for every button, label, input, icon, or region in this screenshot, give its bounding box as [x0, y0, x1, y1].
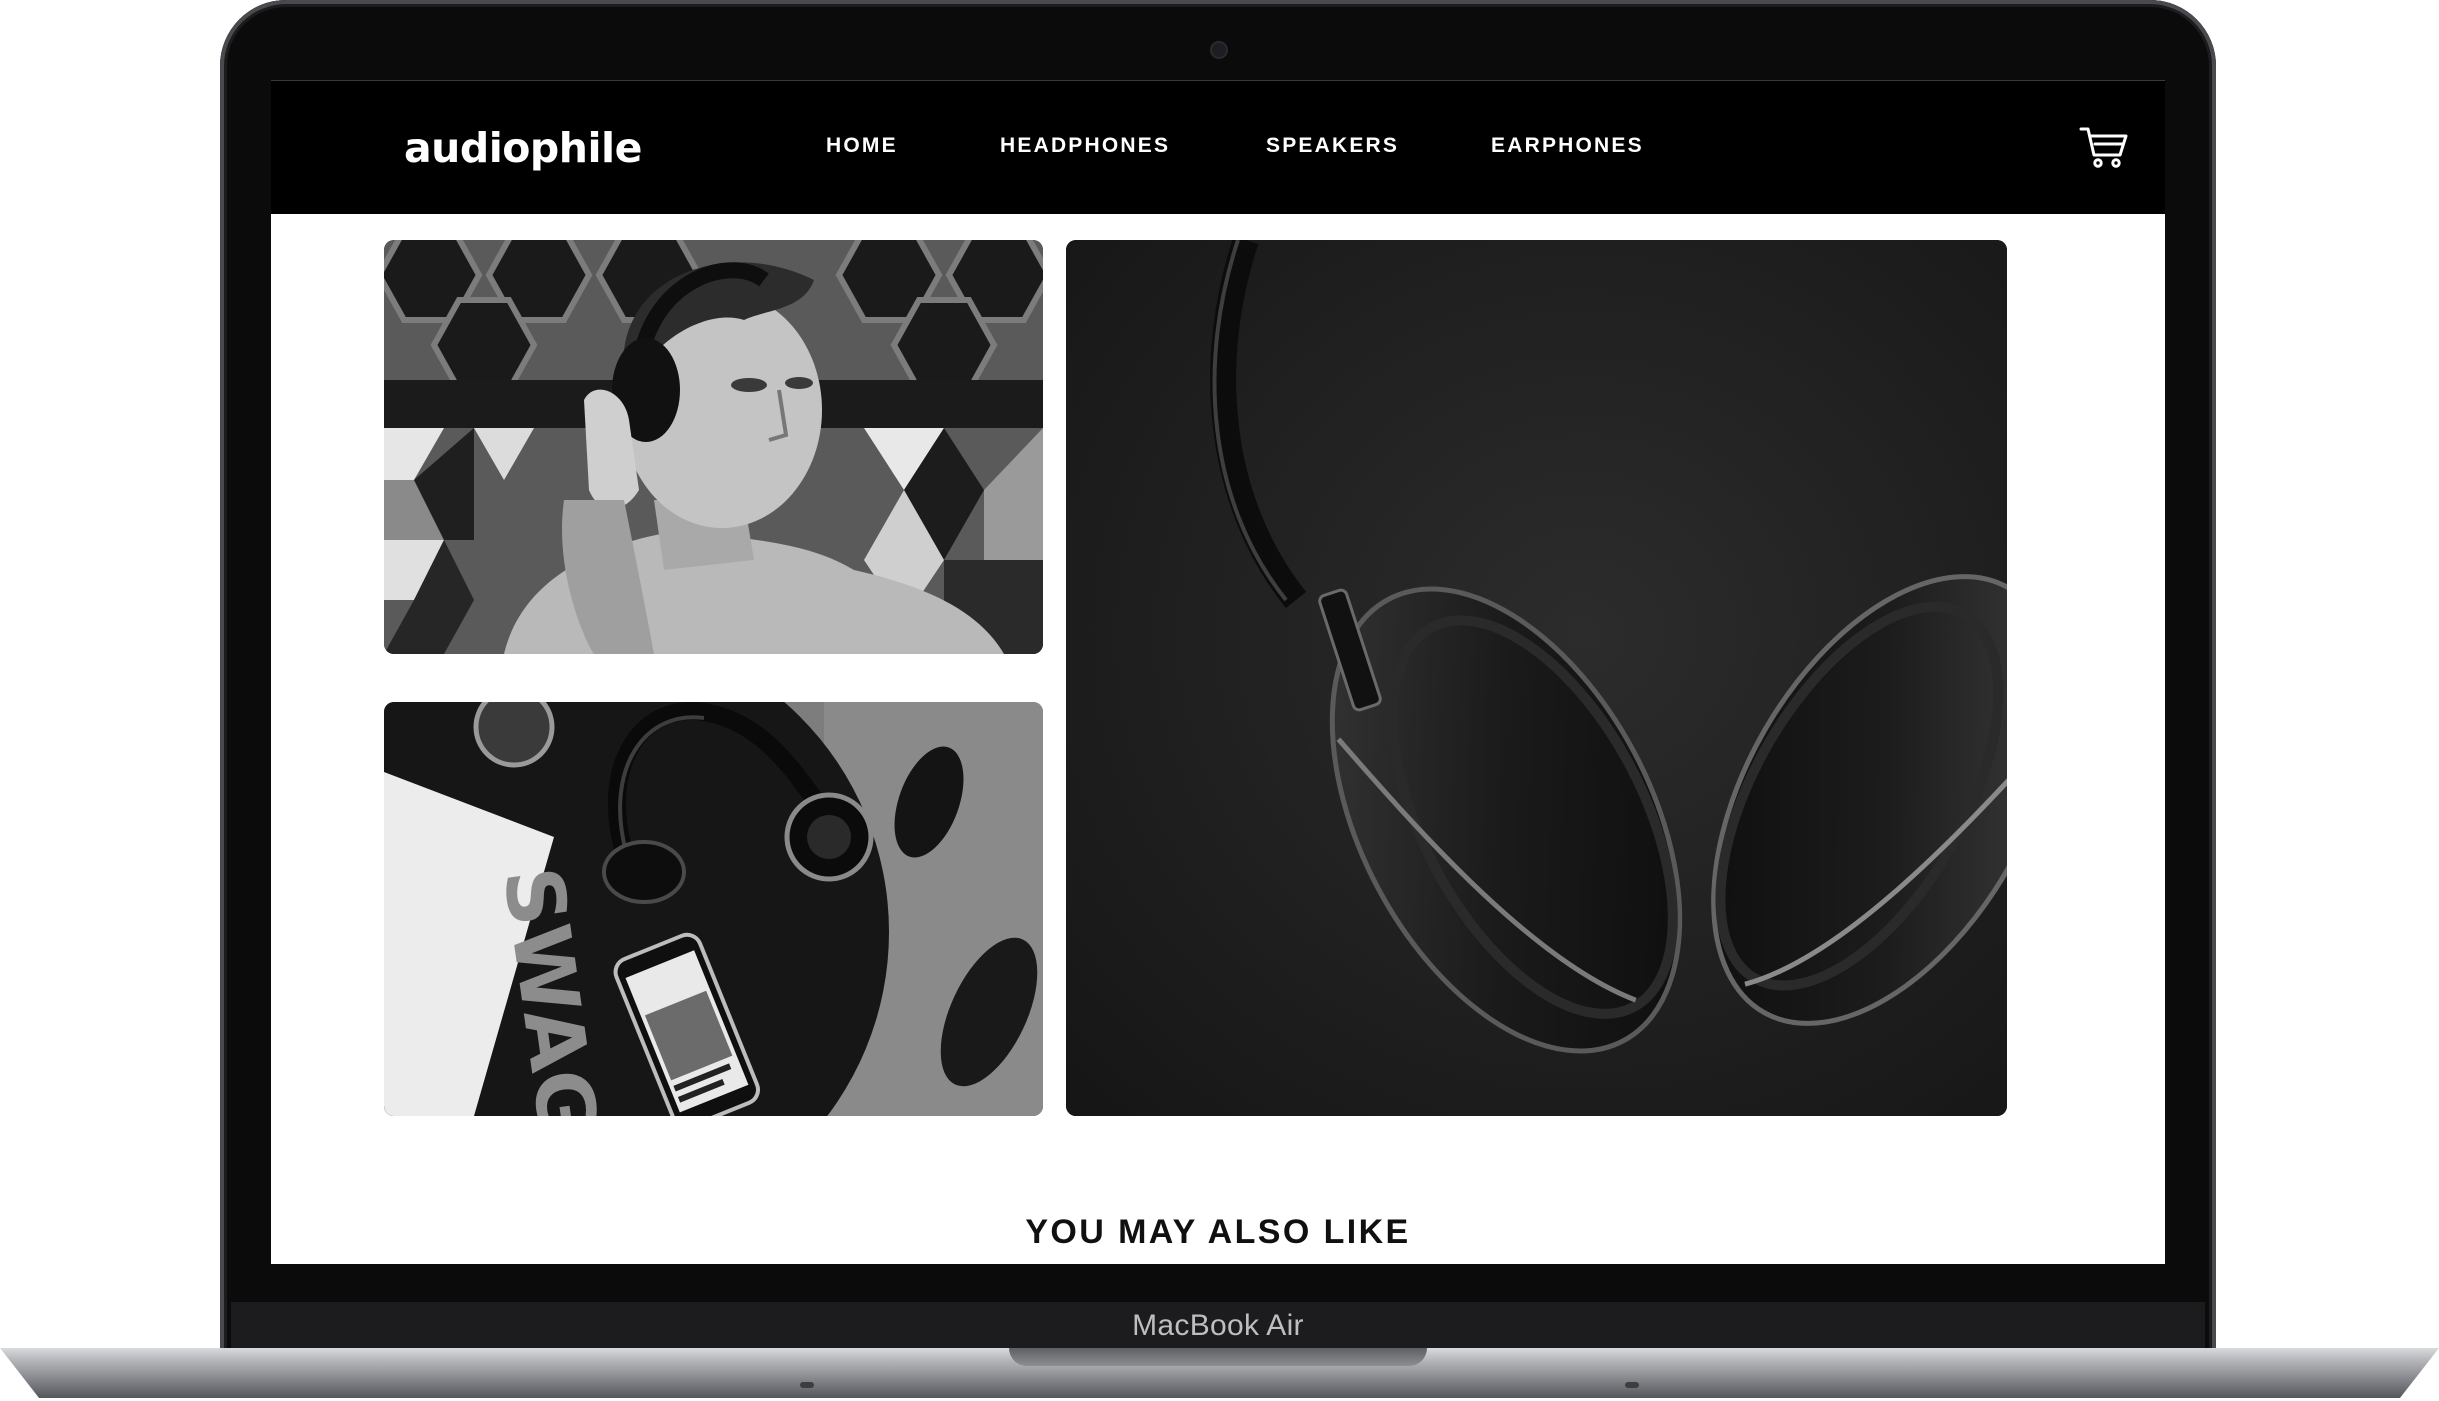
nav-link-speakers[interactable]: SPEAKERS [1266, 134, 1399, 158]
screen: audiophile HOME HEADPHONES SPEAKERS EARP… [271, 80, 2165, 1264]
camera-icon [1212, 43, 1226, 57]
main-nav: HOME HEADPHONES SPEAKERS EARPHONES [271, 134, 2165, 164]
laptop-mockup: MacBook Air audiophile HOME HEADPHONES S… [0, 0, 2439, 1401]
screen-bezel-line [271, 80, 2165, 81]
shopping-cart-icon[interactable] [2079, 125, 2129, 169]
laptop-foot [800, 1382, 814, 1388]
laptop-hinge-notch [1009, 1348, 1427, 1366]
nav-link-home[interactable]: HOME [826, 134, 898, 158]
headphones-closeup-photo [1066, 240, 2007, 1116]
nav-link-earphones[interactable]: EARPHONES [1491, 134, 1644, 158]
man-with-headphones-photo [384, 240, 1043, 654]
laptop-foot [1625, 1382, 1639, 1388]
device-label: MacBook Air [1132, 1309, 1304, 1342]
headphones-on-table-photo: SWAGG [384, 702, 1043, 1116]
nav-link-headphones[interactable]: HEADPHONES [1000, 134, 1170, 158]
section-heading: YOU MAY ALSO LIKE [1025, 1213, 1411, 1251]
site-header: audiophile HOME HEADPHONES SPEAKERS EARP… [271, 80, 2165, 214]
